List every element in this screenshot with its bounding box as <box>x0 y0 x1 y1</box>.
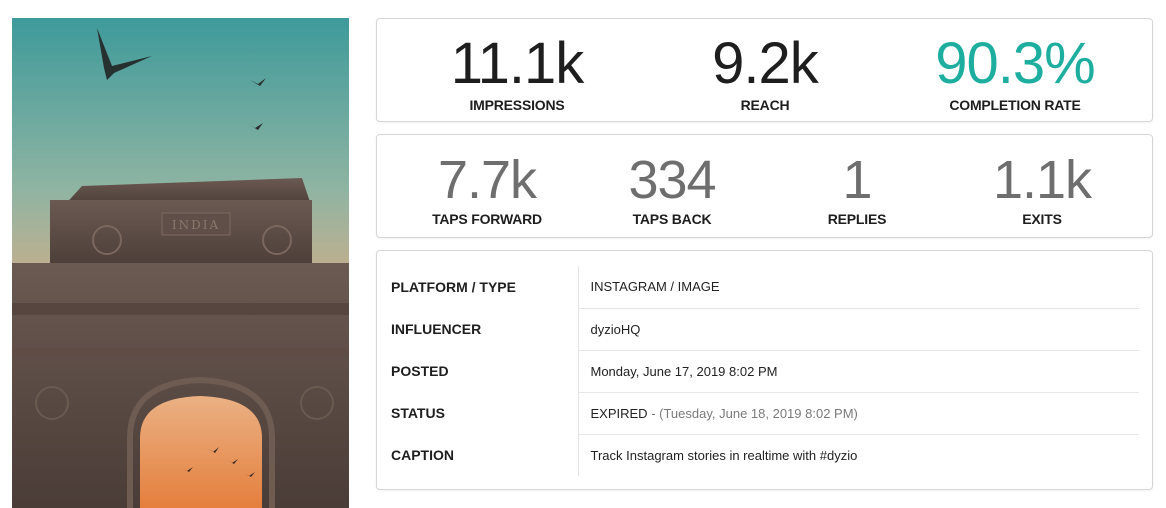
details-table: PLATFORM / TYPE INSTAGRAM / IMAGE INFLUE… <box>391 266 1139 476</box>
status-value-cell: EXPIRED - (Tuesday, June 18, 2019 8:02 P… <box>578 392 1139 435</box>
impressions-stat: 11.1k IMPRESSIONS <box>437 31 597 114</box>
detail-row-posted: POSTED Monday, June 17, 2019 8:02 PM <box>391 350 1139 393</box>
completion-rate-value: 90.3% <box>935 31 1095 96</box>
status-value: EXPIRED <box>590 405 648 421</box>
status-key: STATUS <box>391 392 579 434</box>
posted-key: POSTED <box>391 350 579 392</box>
detail-row-caption: CAPTION Track Instagram stories in realt… <box>391 434 1139 476</box>
influencer-value: dyzioHQ <box>578 308 1139 351</box>
platform-key: PLATFORM / TYPE <box>391 266 579 308</box>
story-details-card: PLATFORM / TYPE INSTAGRAM / IMAGE INFLUE… <box>376 250 1153 490</box>
detail-row-influencer: INFLUENCER dyzioHQ <box>391 308 1139 351</box>
story-image: INDIA <box>12 18 349 508</box>
replies-label: REPLIES <box>827 211 887 227</box>
exits-label: EXITS <box>1022 211 1062 227</box>
taps-back-label: TAPS BACK <box>632 211 712 227</box>
caption-key: CAPTION <box>391 434 579 476</box>
reach-stat: 9.2k REACH <box>685 31 845 114</box>
impressions-value: 11.1k <box>450 31 585 96</box>
status-expiry: (Tuesday, June 18, 2019 8:02 PM) <box>659 405 858 421</box>
secondary-stats-card: 7.7k TAPS FORWARD 334 TAPS BACK 1 REPLIE… <box>376 134 1153 238</box>
influencer-key: INFLUENCER <box>391 308 579 350</box>
replies-value: 1 <box>842 150 872 210</box>
exits-value: 1.1k <box>992 150 1092 210</box>
status-separator: - <box>647 405 660 421</box>
completion-rate-stat: 90.3% COMPLETION RATE <box>920 31 1110 114</box>
taps-back-value: 334 <box>628 150 716 210</box>
reach-label: REACH <box>740 97 790 113</box>
primary-stats-card: 11.1k IMPRESSIONS 9.2k REACH 90.3% COMPL… <box>376 18 1153 122</box>
taps-forward-label: TAPS FORWARD <box>432 211 542 227</box>
taps-forward-value: 7.7k <box>437 150 537 210</box>
exits-stat: 1.1k EXITS <box>967 153 1117 227</box>
replies-stat: 1 REPLIES <box>782 153 932 227</box>
detail-row-status: STATUS EXPIRED - (Tuesday, June 18, 2019… <box>391 392 1139 435</box>
completion-rate-label: COMPLETION RATE <box>949 97 1081 113</box>
reach-value: 9.2k <box>712 31 819 96</box>
platform-value: INSTAGRAM / IMAGE <box>578 266 1139 309</box>
posted-value: Monday, June 17, 2019 8:02 PM <box>578 350 1139 393</box>
taps-forward-stat: 7.7k TAPS FORWARD <box>412 153 562 227</box>
detail-row-platform: PLATFORM / TYPE INSTAGRAM / IMAGE <box>391 266 1139 309</box>
story-image-graphic: INDIA <box>12 18 349 508</box>
taps-back-stat: 334 TAPS BACK <box>597 153 747 227</box>
impressions-label: IMPRESSIONS <box>469 97 565 113</box>
svg-text:INDIA: INDIA <box>172 218 220 232</box>
caption-value: Track Instagram stories in realtime with… <box>590 447 858 463</box>
